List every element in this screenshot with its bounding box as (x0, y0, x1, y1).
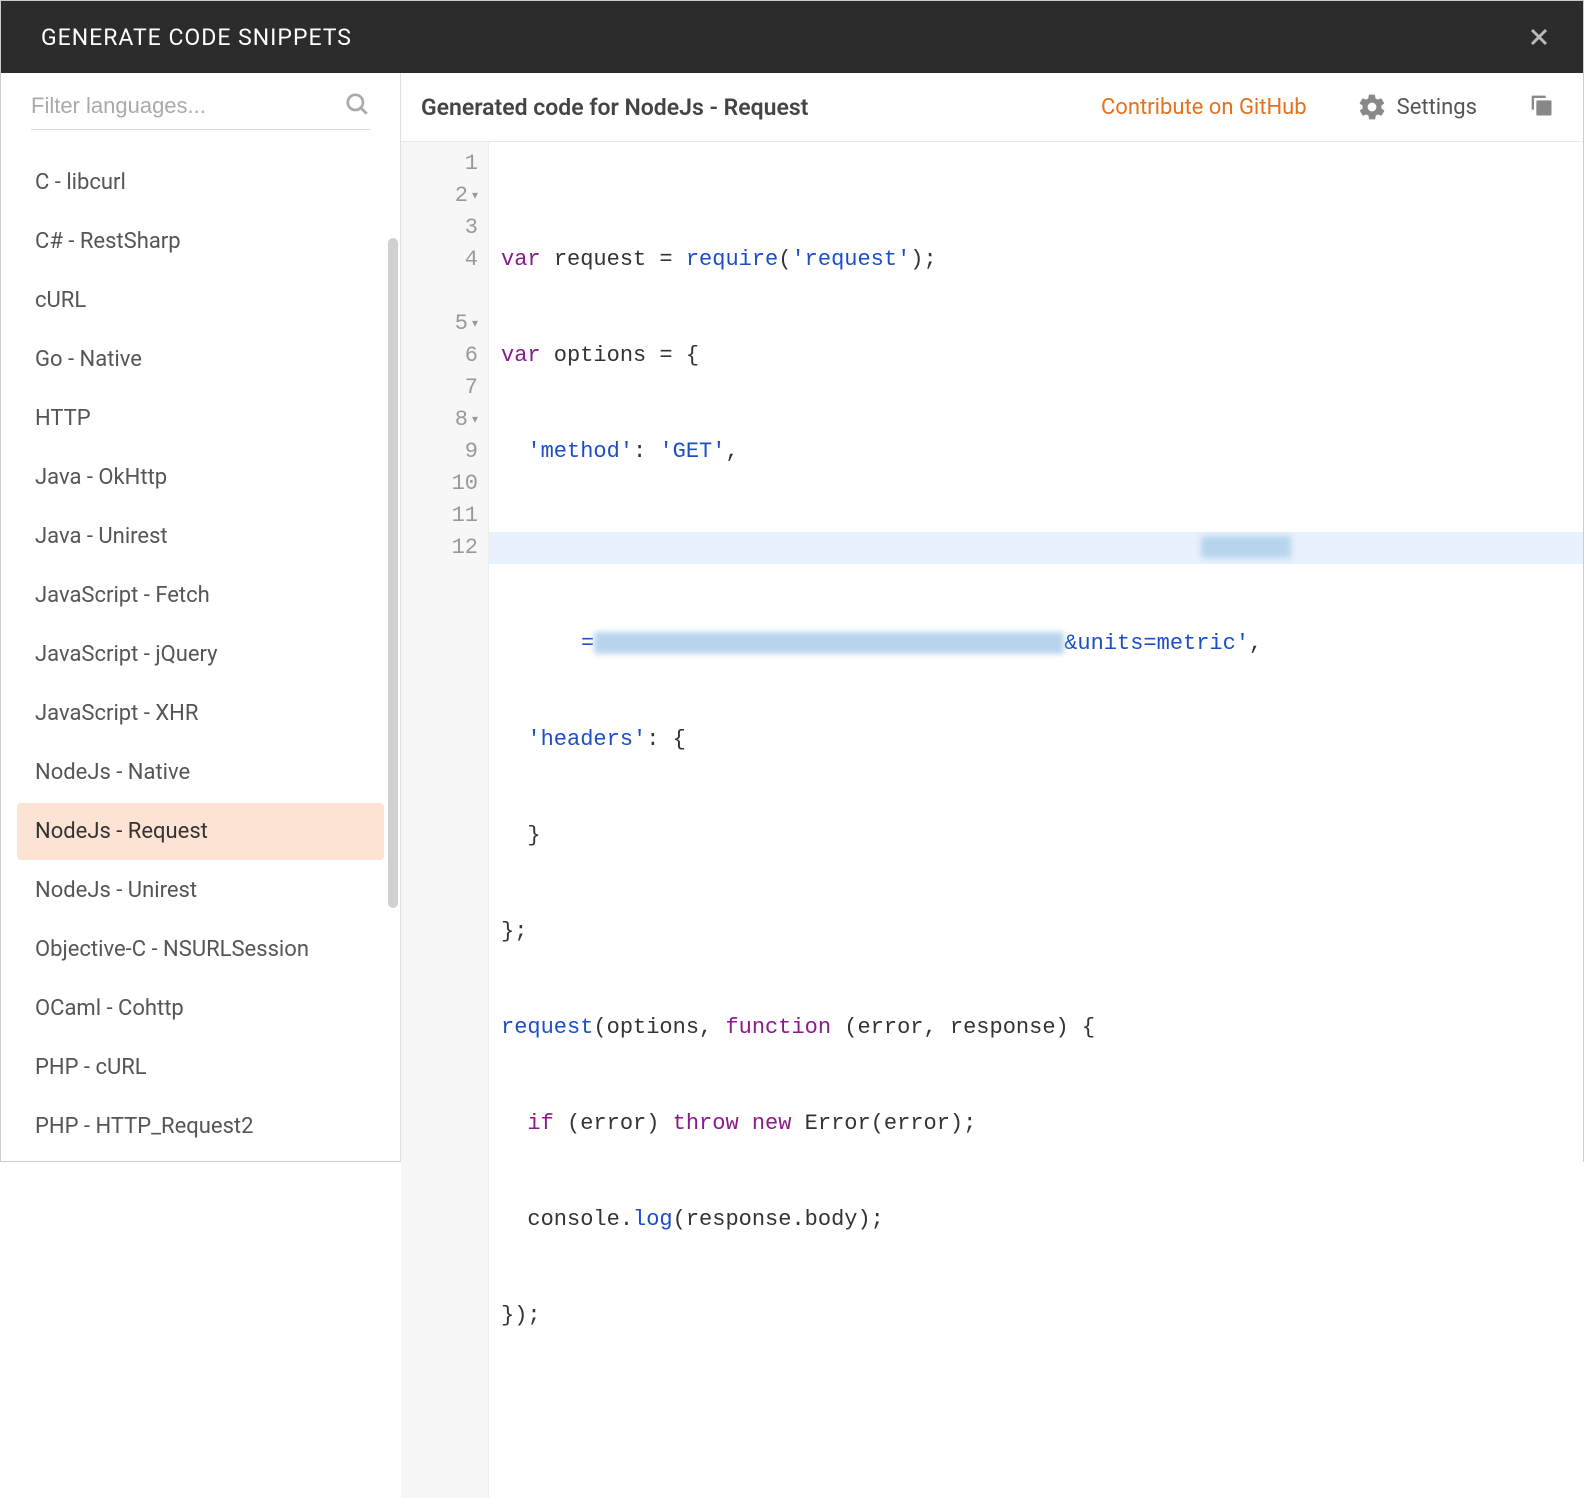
language-item[interactable]: HTTP (17, 390, 384, 447)
current-line-highlight (489, 532, 1583, 564)
language-sidebar: C - libcurl C# - RestSharp cURL Go - Nat… (1, 73, 401, 1161)
sidebar-scrollbar[interactable] (388, 238, 398, 908)
language-item[interactable]: OCaml - Cohttp (17, 980, 384, 1037)
language-item[interactable]: Objective-C - NSURLSession (17, 921, 384, 978)
code-content[interactable]: var request = require('request'); var op… (489, 142, 1583, 1498)
settings-label: Settings (1397, 95, 1477, 120)
modal-header: GENERATE CODE SNIPPETS (1, 1, 1583, 73)
language-item[interactable]: C - libcurl (17, 154, 384, 211)
filter-languages-input[interactable] (31, 93, 344, 119)
language-item[interactable]: PHP - HTTP_Request2 (17, 1098, 384, 1155)
language-item[interactable]: NodeJs - Native (17, 744, 384, 801)
language-item-selected[interactable]: NodeJs - Request (17, 803, 384, 860)
language-item[interactable]: NodeJs - Unirest (17, 862, 384, 919)
code-toolbar: Generated code for NodeJs - Request Cont… (401, 73, 1583, 142)
language-item[interactable]: Go - Native (17, 331, 384, 388)
language-list[interactable]: C - libcurl C# - RestSharp cURL Go - Nat… (1, 144, 400, 1161)
language-item[interactable]: JavaScript - Fetch (17, 567, 384, 624)
fold-icon[interactable]: ▾ (472, 404, 478, 436)
language-item[interactable]: Java - OkHttp (17, 449, 384, 506)
copy-button[interactable] (1527, 91, 1555, 123)
language-item[interactable]: cURL (17, 272, 384, 329)
line-gutter: 1 2▾ 3 4 5▾ 6 7 8▾ 9 10 11 12 (401, 142, 489, 1498)
language-item[interactable]: Java - Unirest (17, 508, 384, 565)
close-button[interactable] (1525, 23, 1553, 51)
copy-icon (1527, 91, 1555, 119)
contribute-link[interactable]: Contribute on GitHub (1101, 95, 1307, 120)
fold-icon[interactable]: ▾ (472, 180, 478, 212)
gear-icon (1357, 92, 1387, 122)
redacted-appid (594, 632, 1064, 654)
generated-code-title: Generated code for NodeJs - Request (421, 94, 1081, 121)
settings-button[interactable]: Settings (1357, 92, 1477, 122)
search-icon (344, 91, 370, 121)
close-icon (1525, 23, 1553, 51)
language-item[interactable]: C# - RestSharp (17, 213, 384, 270)
modal-title: GENERATE CODE SNIPPETS (41, 24, 352, 51)
main-panel: Generated code for NodeJs - Request Cont… (401, 73, 1583, 1161)
redacted-id (1201, 536, 1291, 558)
language-item[interactable]: PHP - cURL (17, 1039, 384, 1096)
fold-icon[interactable]: ▾ (472, 308, 478, 340)
language-item[interactable]: JavaScript - jQuery (17, 626, 384, 683)
code-editor[interactable]: 1 2▾ 3 4 5▾ 6 7 8▾ 9 10 11 12 var reques… (401, 142, 1583, 1498)
language-item[interactable]: JavaScript - XHR (17, 685, 384, 742)
